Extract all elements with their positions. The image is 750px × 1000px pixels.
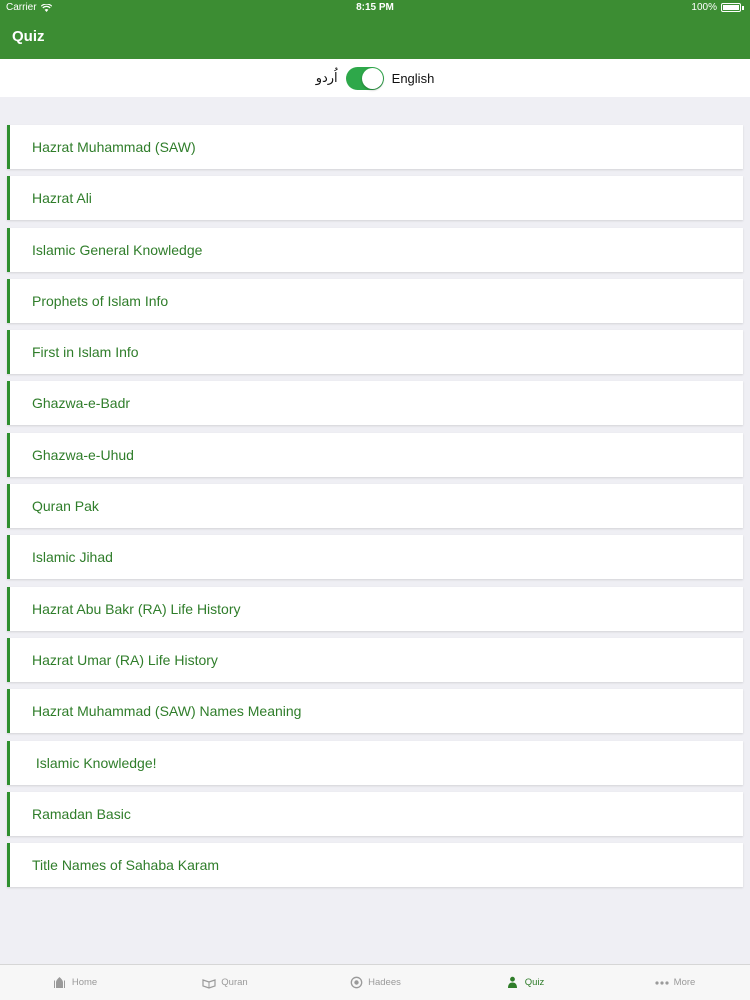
quiz-item[interactable]: Prophets of Islam Info (7, 278, 743, 323)
quiz-item[interactable]: Hazrat Muhammad (SAW) (7, 125, 743, 169)
quiz-item-label: First in Islam Info (32, 344, 139, 361)
quiz-item-label: Ghazwa-e-Uhud (32, 446, 134, 463)
tab-more[interactable]: More (600, 965, 750, 1000)
language-switch-bar: اُردو English (0, 59, 750, 97)
tab-hadees[interactable]: Hadees (300, 965, 450, 1000)
quiz-item-label: Hazrat Muhammad (SAW) (32, 139, 196, 155)
quiz-item-label: Islamic Jihad (32, 549, 113, 566)
quiz-item-label: Hazrat Muhammad (SAW) Names Meaning (32, 703, 302, 720)
mosque-icon (53, 976, 67, 990)
battery-info: 100% (691, 2, 744, 13)
urdu-label: اُردو (315, 70, 338, 85)
language-toggle[interactable] (345, 66, 384, 90)
battery-tip (742, 5, 744, 10)
quiz-item[interactable]: Hazrat Umar (RA) Life History (7, 637, 743, 682)
battery-icon (721, 3, 741, 12)
english-label: English (391, 70, 435, 86)
navigation-bar: Quiz (0, 15, 750, 59)
quiz-icon (506, 976, 520, 990)
more-icon (655, 976, 669, 990)
quiz-item[interactable]: Ghazwa-e-Uhud (7, 432, 743, 477)
status-bar: Carrier 8:15 PM 100% (0, 0, 750, 15)
quiz-item[interactable]: Title Names of Sahaba Karam (7, 843, 743, 888)
tab-bar: Home Quran Hadees Quiz More (0, 964, 750, 1000)
toggle-knob (361, 67, 383, 89)
quiz-item-label: Hazrat Umar (RA) Life History (32, 651, 218, 668)
tab-home-label: Home (71, 977, 98, 988)
quran-icon (202, 976, 216, 990)
quiz-item[interactable]: First in Islam Info (7, 330, 743, 375)
battery-percent: 100% (691, 2, 717, 13)
quiz-item-label: Quran Pak (32, 498, 99, 515)
quiz-item-label: Islamic General Knowledge (32, 241, 203, 258)
tab-quiz-label: Quiz (524, 977, 545, 988)
quiz-item-label: Title Names of Sahaba Karam (32, 857, 220, 874)
tab-hadees-label: Hadees (368, 977, 401, 988)
quiz-item-label: Islamic Knowledge! (32, 754, 157, 771)
quiz-item[interactable]: Hazrat Ali (7, 176, 743, 221)
tab-quiz[interactable]: Quiz (450, 965, 600, 1000)
quiz-item-label: Hazrat Abu Bakr (RA) Life History (32, 600, 241, 617)
quiz-item-label: Ghazwa-e-Badr (32, 395, 131, 412)
quiz-item[interactable]: Islamic Knowledge! (7, 740, 743, 785)
quiz-item[interactable]: Islamic Jihad (7, 535, 743, 580)
page-title: Quiz (12, 28, 45, 45)
tab-quran-label: Quran (221, 977, 248, 988)
quiz-item[interactable]: Ramadan Basic (7, 791, 743, 836)
quiz-list: Hazrat Muhammad (SAW) Hazrat Ali Islamic… (7, 125, 743, 894)
quiz-item[interactable]: Quran Pak (7, 484, 743, 529)
hadees-icon (349, 976, 363, 990)
quiz-item-label: Ramadan Basic (32, 805, 131, 822)
status-time: 8:15 PM (356, 2, 394, 13)
quiz-item[interactable]: Hazrat Muhammad (SAW) Names Meaning (7, 689, 743, 734)
quiz-item-label: Prophets of Islam Info (32, 292, 169, 309)
tab-home[interactable]: Home (0, 965, 150, 1000)
quiz-item[interactable]: Hazrat Abu Bakr (RA) Life History (7, 586, 743, 631)
quiz-item[interactable]: Ghazwa-e-Badr (7, 381, 743, 426)
tab-quran[interactable]: Quran (150, 965, 300, 1000)
quiz-item[interactable]: Islamic General Knowledge (7, 227, 743, 272)
quiz-item-label: Hazrat Ali (32, 190, 92, 207)
tab-more-label: More (673, 977, 696, 988)
